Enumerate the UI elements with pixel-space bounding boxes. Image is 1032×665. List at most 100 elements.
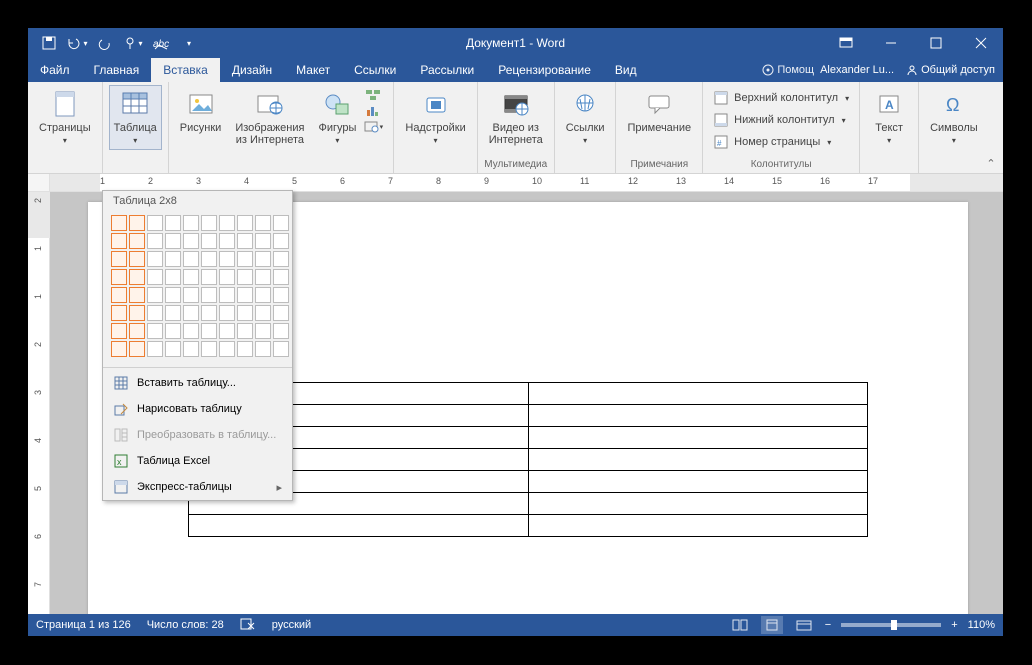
undo-icon[interactable]: ▾ xyxy=(64,30,90,56)
close-button[interactable] xyxy=(958,28,1003,58)
grid-cell[interactable] xyxy=(111,269,127,285)
pages-button[interactable]: Страницы▾ xyxy=(34,85,96,150)
grid-cell[interactable] xyxy=(273,215,289,231)
grid-cell[interactable] xyxy=(129,251,145,267)
grid-cell[interactable] xyxy=(111,251,127,267)
status-language[interactable]: русский xyxy=(272,619,311,631)
grid-cell[interactable] xyxy=(183,215,199,231)
grid-cell[interactable] xyxy=(273,251,289,267)
tab-review[interactable]: Рецензирование xyxy=(486,58,603,82)
grid-cell[interactable] xyxy=(183,251,199,267)
grid-cell[interactable] xyxy=(273,305,289,321)
grid-cell[interactable] xyxy=(237,269,253,285)
grid-cell[interactable] xyxy=(201,215,217,231)
grid-cell[interactable] xyxy=(147,305,163,321)
status-spellcheck-icon[interactable] xyxy=(240,617,256,634)
grid-cell[interactable] xyxy=(165,323,181,339)
draw-table-item[interactable]: Нарисовать таблицу xyxy=(103,396,292,422)
grid-cell[interactable] xyxy=(255,287,271,303)
grid-cell[interactable] xyxy=(129,215,145,231)
grid-cell[interactable] xyxy=(165,341,181,357)
grid-cell[interactable] xyxy=(237,215,253,231)
ribbon-options-icon[interactable] xyxy=(823,28,868,58)
tab-home[interactable]: Главная xyxy=(82,58,152,82)
grid-cell[interactable] xyxy=(255,251,271,267)
grid-cell[interactable] xyxy=(201,251,217,267)
table-button[interactable]: Таблица▾ xyxy=(109,85,162,150)
grid-cell[interactable] xyxy=(219,251,235,267)
page-number-button[interactable]: #Номер страницы▾ xyxy=(709,131,853,153)
redo-icon[interactable] xyxy=(92,30,118,56)
collapse-ribbon-icon[interactable]: ⌃ xyxy=(983,155,999,171)
grid-cell[interactable] xyxy=(111,233,127,249)
tab-design[interactable]: Дизайн xyxy=(220,58,284,82)
grid-cell[interactable] xyxy=(237,323,253,339)
comment-button[interactable]: Примечание xyxy=(622,85,696,137)
grid-cell[interactable] xyxy=(165,305,181,321)
grid-cell[interactable] xyxy=(165,269,181,285)
quick-tables-item[interactable]: Экспресс-таблицы▸ xyxy=(103,474,292,500)
header-button[interactable]: Верхний колонтитул▾ xyxy=(709,87,853,109)
grid-cell[interactable] xyxy=(165,233,181,249)
grid-cell[interactable] xyxy=(237,287,253,303)
grid-cell[interactable] xyxy=(273,233,289,249)
print-layout-icon[interactable] xyxy=(761,616,783,634)
smartart-icon[interactable] xyxy=(365,87,381,103)
tell-me[interactable]: Помощ xyxy=(762,64,814,76)
grid-cell[interactable] xyxy=(273,287,289,303)
grid-cell[interactable] xyxy=(201,341,217,357)
online-pictures-button[interactable]: Изображенияиз Интернета xyxy=(230,85,309,149)
share-button[interactable]: Общий доступ xyxy=(900,64,995,76)
grid-cell[interactable] xyxy=(129,341,145,357)
grid-cell[interactable] xyxy=(201,305,217,321)
grid-cell[interactable] xyxy=(111,215,127,231)
footer-button[interactable]: Нижний колонтитул▾ xyxy=(709,109,853,131)
tab-layout[interactable]: Макет xyxy=(284,58,342,82)
pictures-button[interactable]: Рисунки xyxy=(175,85,227,137)
grid-cell[interactable] xyxy=(147,251,163,267)
grid-cell[interactable] xyxy=(219,323,235,339)
touch-mode-icon[interactable]: ▾ xyxy=(120,30,146,56)
grid-cell[interactable] xyxy=(147,323,163,339)
grid-cell[interactable] xyxy=(219,215,235,231)
web-layout-icon[interactable] xyxy=(793,616,815,634)
grid-cell[interactable] xyxy=(147,269,163,285)
grid-cell[interactable] xyxy=(111,287,127,303)
grid-cell[interactable] xyxy=(129,323,145,339)
grid-cell[interactable] xyxy=(255,215,271,231)
grid-cell[interactable] xyxy=(219,233,235,249)
tab-references[interactable]: Ссылки xyxy=(342,58,408,82)
minimize-button[interactable] xyxy=(868,28,913,58)
grid-cell[interactable] xyxy=(255,341,271,357)
grid-cell[interactable] xyxy=(165,215,181,231)
status-page[interactable]: Страница 1 из 126 xyxy=(36,619,131,631)
grid-cell[interactable] xyxy=(255,323,271,339)
excel-table-item[interactable]: xТаблица Excel xyxy=(103,448,292,474)
tab-file[interactable]: Файл xyxy=(28,58,82,82)
spellcheck-icon[interactable]: abc xyxy=(148,30,174,56)
user-name[interactable]: Alexander Lu... xyxy=(820,64,894,76)
grid-cell[interactable] xyxy=(201,323,217,339)
grid-cell[interactable] xyxy=(255,233,271,249)
maximize-button[interactable] xyxy=(913,28,958,58)
grid-cell[interactable] xyxy=(219,287,235,303)
grid-cell[interactable] xyxy=(129,305,145,321)
addins-button[interactable]: Надстройки▾ xyxy=(400,85,470,150)
grid-cell[interactable] xyxy=(165,251,181,267)
status-words[interactable]: Число слов: 28 xyxy=(147,619,224,631)
read-mode-icon[interactable] xyxy=(729,616,751,634)
grid-cell[interactable] xyxy=(237,341,253,357)
vertical-ruler[interactable]: 211234567 xyxy=(28,192,50,614)
text-button[interactable]: A Текст▾ xyxy=(866,85,912,150)
grid-cell[interactable] xyxy=(129,269,145,285)
grid-cell[interactable] xyxy=(183,305,199,321)
chart-icon[interactable] xyxy=(365,103,381,119)
zoom-in-button[interactable]: + xyxy=(951,619,957,631)
shapes-button[interactable]: Фигуры▾ xyxy=(313,85,361,150)
grid-cell[interactable] xyxy=(237,251,253,267)
tab-view[interactable]: Вид xyxy=(603,58,649,82)
grid-cell[interactable] xyxy=(183,269,199,285)
screenshot-icon[interactable]: ▾ xyxy=(365,119,381,135)
grid-cell[interactable] xyxy=(219,341,235,357)
grid-cell[interactable] xyxy=(111,323,127,339)
